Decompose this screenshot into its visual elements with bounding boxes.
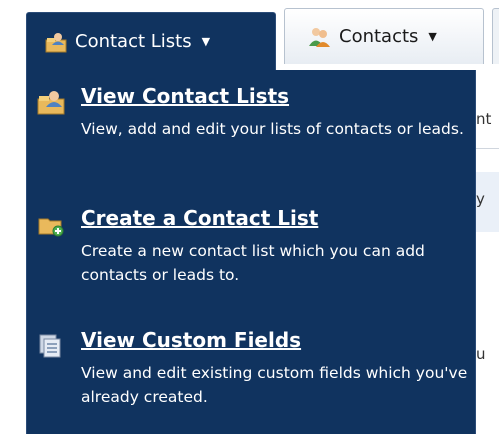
menu-item-description: Create a new contact list which you can …	[81, 242, 425, 284]
menu-item-title[interactable]: View Custom Fields	[81, 328, 301, 352]
divider	[476, 148, 499, 149]
tab-contacts[interactable]: Contacts ▼	[284, 8, 484, 64]
tab-contact-lists[interactable]: Contact Lists ▼	[26, 12, 276, 70]
menu-item-title[interactable]: Create a Contact List	[81, 206, 318, 230]
tab-contacts-label: Contacts	[339, 26, 419, 47]
tab-bar: Contact Lists ▼ Contacts ▼	[0, 0, 499, 70]
contact-list-icon	[37, 91, 65, 115]
contact-list-icon	[45, 32, 67, 52]
background-text: u	[476, 345, 486, 363]
menu-item-description: View, add and edit your lists of contact…	[81, 120, 464, 138]
chevron-down-icon: ▼	[428, 30, 437, 43]
tab-contact-lists-label: Contact Lists	[75, 31, 192, 52]
chevron-down-icon: ▼	[201, 35, 211, 48]
background-text: nt	[476, 110, 492, 128]
custom-fields-icon	[39, 334, 61, 358]
tab-partial[interactable]	[492, 8, 499, 64]
menu-item-description: View and edit existing custom fields whi…	[81, 364, 468, 406]
menu-item-title[interactable]: View Contact Lists	[81, 84, 289, 108]
contacts-icon	[309, 27, 330, 47]
background-text: y	[476, 190, 485, 208]
contact-lists-dropdown-menu: View Contact Lists View, add and edit yo…	[26, 70, 476, 434]
folder-add-icon	[38, 218, 64, 237]
